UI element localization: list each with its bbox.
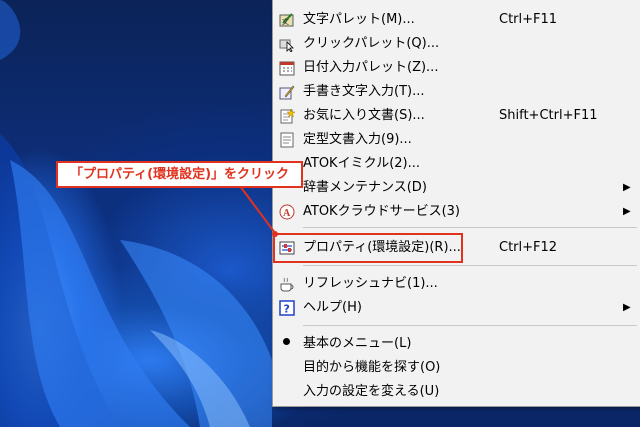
instruction-callout: 「プロパティ(環境設定)」をクリック (56, 161, 303, 188)
callout-arrow (239, 185, 278, 237)
